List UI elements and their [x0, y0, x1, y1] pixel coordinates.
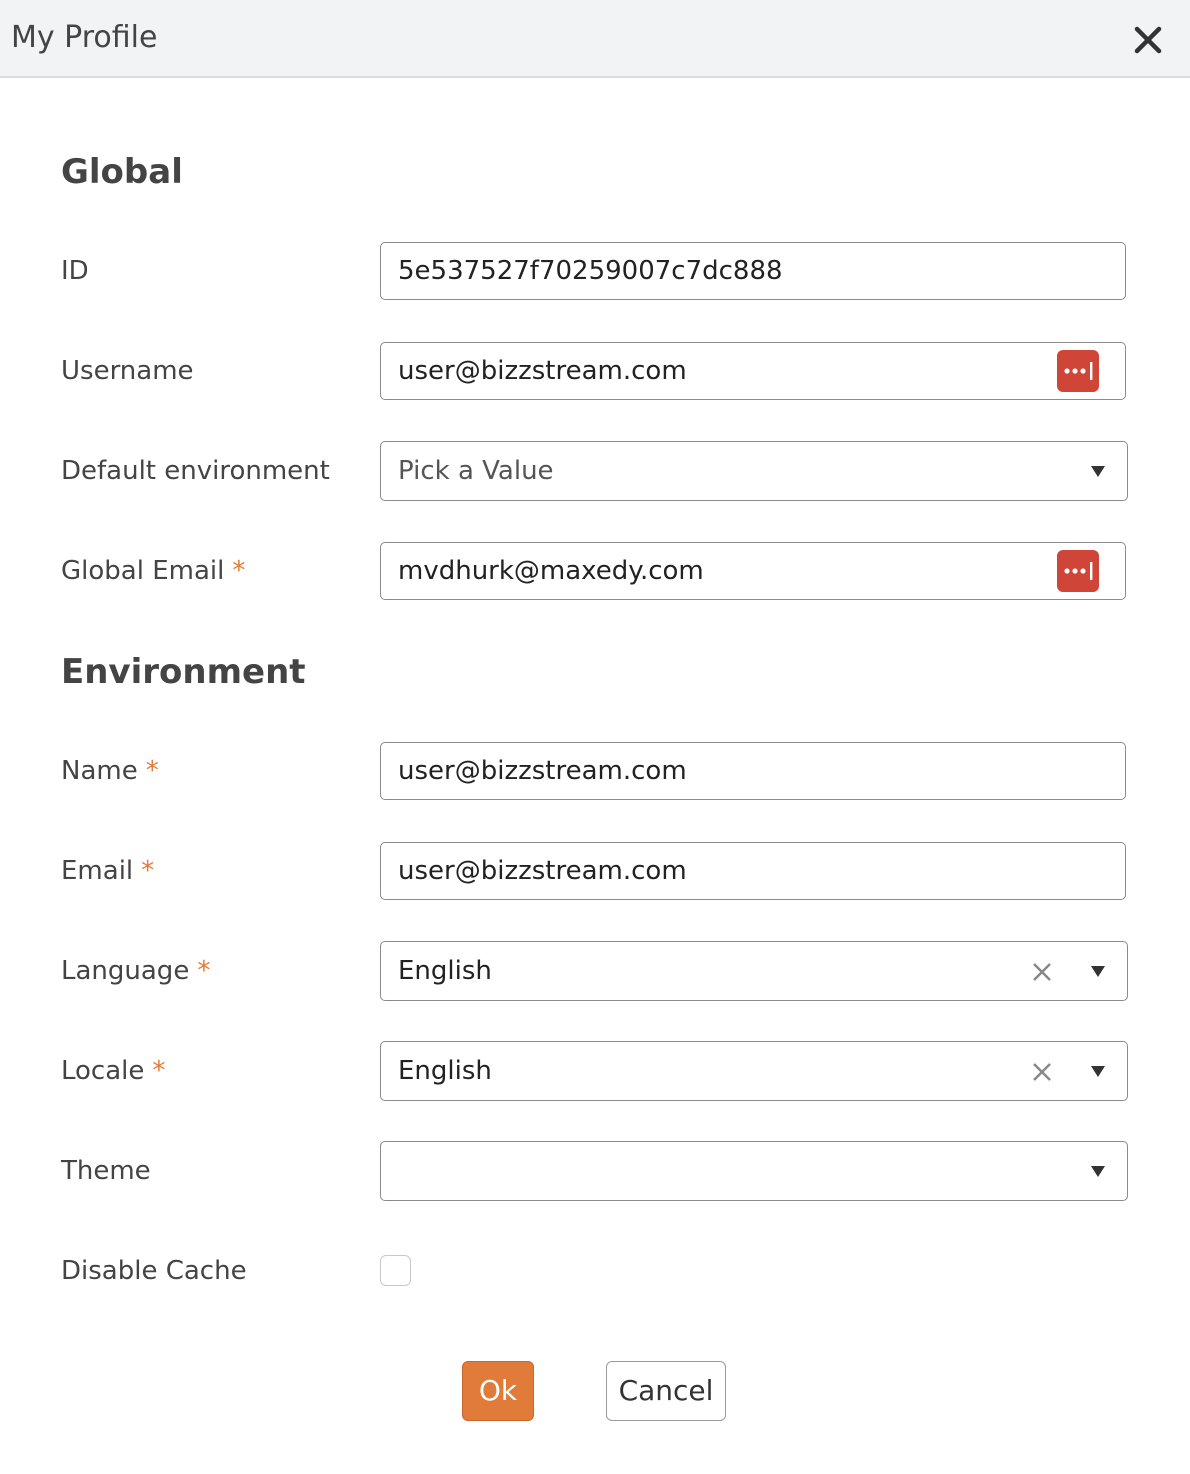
id-label: ID	[61, 254, 89, 288]
username-label-text: Username	[61, 356, 194, 386]
required-marker: *	[197, 956, 211, 986]
password-manager-icon[interactable]	[1057, 350, 1099, 392]
global-email-value: mvdhurk@maxedy.com	[398, 556, 704, 586]
caret-down-icon	[1091, 1066, 1105, 1077]
disable-cache-checkbox[interactable]	[380, 1255, 411, 1286]
clear-icon[interactable]	[1031, 961, 1053, 983]
email-label-text: Email	[61, 856, 134, 886]
username-field[interactable]: user@bizzstream.com	[380, 342, 1126, 400]
language-value: English	[398, 956, 492, 986]
required-marker: *	[152, 1056, 166, 1086]
caret-down-icon	[1091, 966, 1105, 977]
caret-down-icon	[1091, 1166, 1105, 1177]
close-icon	[1134, 26, 1162, 54]
cancel-button[interactable]: Cancel	[606, 1361, 726, 1421]
locale-label: Locale *	[61, 1054, 165, 1088]
dialog-titlebar: My Profile	[0, 0, 1190, 78]
section-heading-global: Global	[61, 152, 183, 192]
name-value: user@bizzstream.com	[398, 756, 687, 786]
language-label: Language *	[61, 954, 210, 988]
dialog-title: My Profile	[11, 20, 158, 55]
global-email-label: Global Email *	[61, 554, 245, 588]
locale-select[interactable]: English	[380, 1041, 1128, 1101]
language-label-text: Language	[61, 956, 190, 986]
default-environment-label: Default environment	[61, 454, 330, 488]
email-label: Email *	[61, 854, 154, 888]
required-marker: *	[145, 756, 159, 786]
theme-label: Theme	[61, 1154, 151, 1188]
theme-label-text: Theme	[61, 1156, 151, 1186]
required-marker: *	[232, 556, 246, 586]
name-label: Name *	[61, 754, 159, 788]
clear-icon[interactable]	[1031, 1061, 1053, 1083]
caret-down-icon	[1091, 466, 1105, 477]
required-marker: *	[141, 856, 155, 886]
global-email-field[interactable]: mvdhurk@maxedy.com	[380, 542, 1126, 600]
email-field[interactable]: user@bizzstream.com	[380, 842, 1126, 900]
language-select[interactable]: English	[380, 941, 1128, 1001]
default-environment-label-text: Default environment	[61, 456, 330, 486]
global-email-label-text: Global Email	[61, 556, 225, 586]
default-environment-placeholder: Pick a Value	[398, 456, 554, 486]
locale-value: English	[398, 1056, 492, 1086]
id-label-text: ID	[61, 256, 89, 286]
id-field[interactable]: 5e537527f70259007c7dc888	[380, 242, 1126, 300]
section-heading-environment: Environment	[61, 652, 306, 692]
ok-button[interactable]: Ok	[462, 1361, 534, 1421]
email-value: user@bizzstream.com	[398, 856, 687, 886]
disable-cache-label: Disable Cache	[61, 1254, 247, 1288]
id-value: 5e537527f70259007c7dc888	[398, 256, 783, 286]
theme-select[interactable]	[380, 1141, 1128, 1201]
name-field[interactable]: user@bizzstream.com	[380, 742, 1126, 800]
name-label-text: Name	[61, 756, 138, 786]
password-manager-icon[interactable]	[1057, 550, 1099, 592]
username-label: Username	[61, 354, 194, 388]
default-environment-select[interactable]: Pick a Value	[380, 441, 1128, 501]
close-button[interactable]	[1128, 20, 1168, 60]
locale-label-text: Locale	[61, 1056, 145, 1086]
disable-cache-label-text: Disable Cache	[61, 1256, 247, 1286]
username-value: user@bizzstream.com	[398, 356, 687, 386]
